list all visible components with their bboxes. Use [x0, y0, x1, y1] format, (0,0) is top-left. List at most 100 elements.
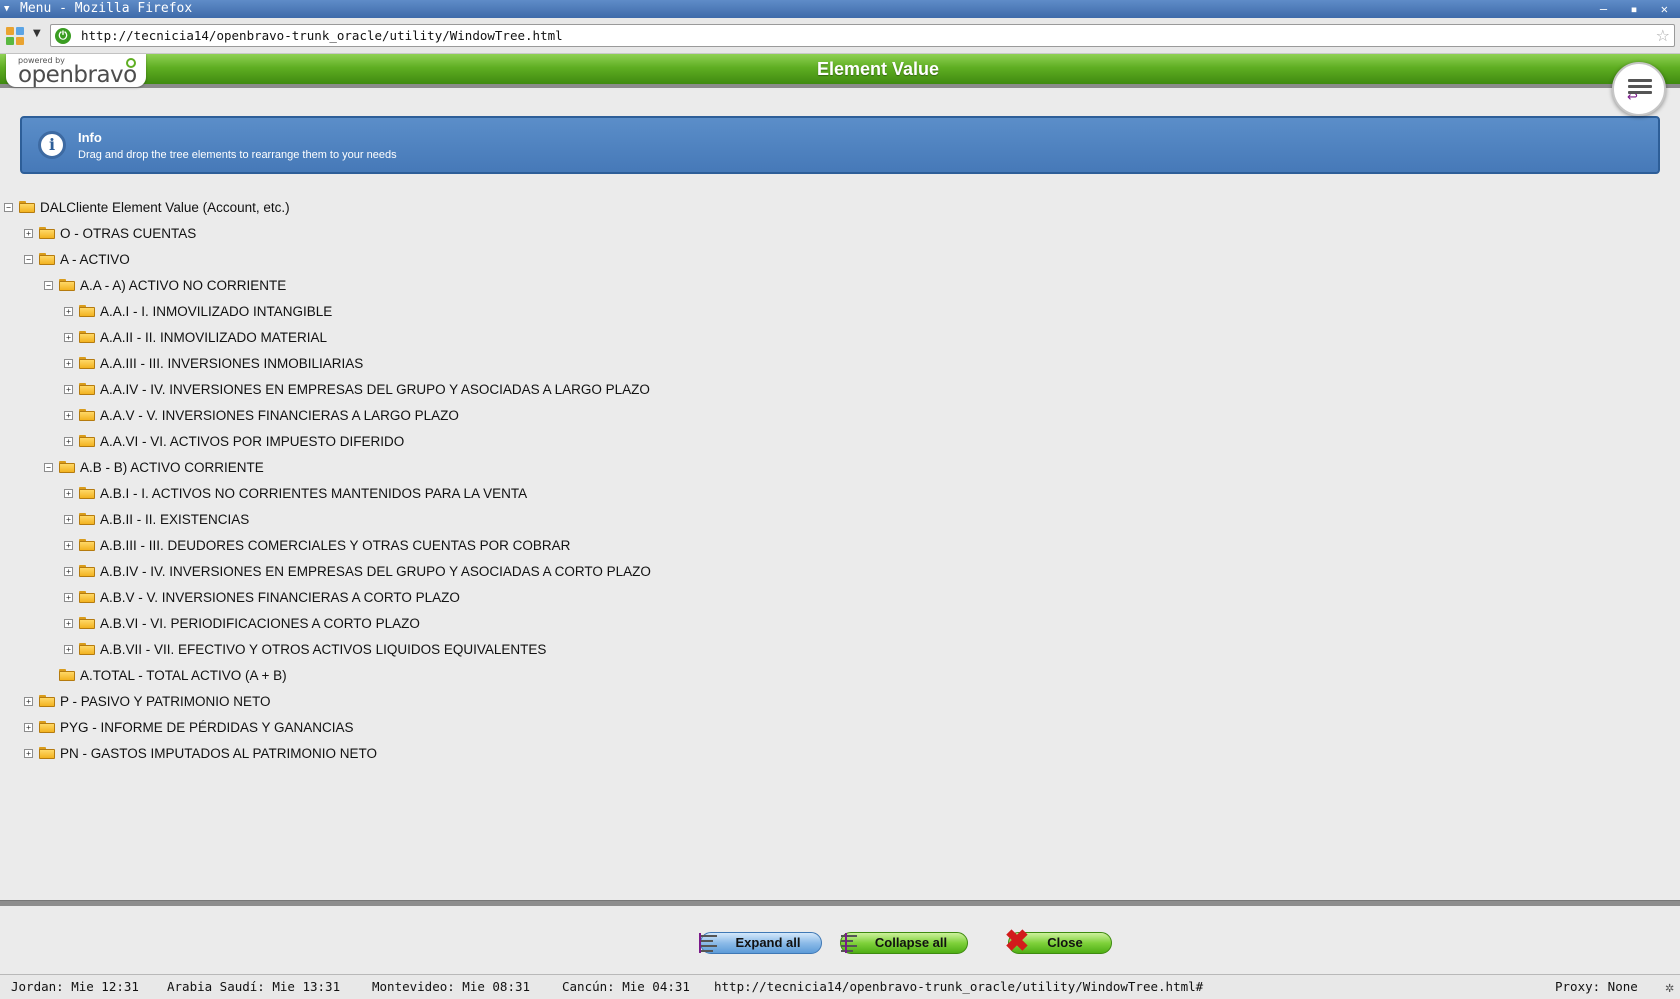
- tree-node-label[interactable]: A.B.V - V. INVERSIONES FINANCIERAS A COR…: [100, 590, 460, 605]
- url-text[interactable]: http://tecnicia14/openbravo-trunk_oracle…: [81, 27, 563, 45]
- tree-node[interactable]: + A.A.VI - VI. ACTIVOS POR IMPUESTO DIFER…: [64, 428, 404, 454]
- expand-node-icon[interactable]: +: [64, 540, 73, 550]
- folder-icon: [79, 435, 95, 447]
- tree-node[interactable]: − A.A - A) ACTIVO NO CORRIENTE: [44, 272, 286, 298]
- folder-icon: [59, 461, 75, 473]
- expand-node-icon[interactable]: +: [24, 748, 33, 758]
- tree-node-label[interactable]: A.A.II - II. INMOVILIZADO MATERIAL: [100, 330, 327, 345]
- collapse-node-icon[interactable]: −: [44, 462, 53, 472]
- tree-node[interactable]: + O - OTRAS CUENTAS: [24, 220, 196, 246]
- tree-node[interactable]: + A.A.IV - IV. INVERSIONES EN EMPRESAS DE…: [64, 376, 650, 402]
- info-icon: i: [38, 131, 66, 159]
- collapse-all-button[interactable]: Collapse all: [840, 932, 968, 954]
- collapse-all-label: Collapse all: [874, 935, 948, 950]
- close-button[interactable]: ✖ Close: [1004, 927, 1112, 957]
- collapse-node-icon[interactable]: −: [44, 280, 53, 290]
- expand-node-icon[interactable]: +: [64, 306, 73, 316]
- gear-icon[interactable]: ✲: [1665, 975, 1674, 999]
- window-controls[interactable]: – ▪ ✕: [1600, 0, 1676, 18]
- tree-node-label[interactable]: A.B.IV - IV. INVERSIONES EN EMPRESAS DEL…: [100, 564, 651, 579]
- tree-node[interactable]: − DALCliente Element Value (Account, etc.…: [4, 194, 290, 220]
- tree-node-label[interactable]: A - ACTIVO: [60, 252, 130, 267]
- collapse-node-icon[interactable]: −: [24, 254, 33, 264]
- expand-node-icon[interactable]: +: [64, 384, 73, 394]
- collapse-node-icon[interactable]: −: [4, 202, 13, 212]
- tree-node[interactable]: + A.B.V - V. INVERSIONES FINANCIERAS A CO…: [64, 584, 460, 610]
- folder-icon: [79, 383, 95, 395]
- tree-node[interactable]: + A.B.III - III. DEUDORES COMERCIALES Y O…: [64, 532, 570, 558]
- bottom-separator: [0, 900, 1680, 906]
- expand-node-icon[interactable]: +: [64, 410, 73, 420]
- tree-node-label[interactable]: A.B.I - I. ACTIVOS NO CORRIENTES MANTENI…: [100, 486, 527, 501]
- url-bar[interactable]: ⏻ http://tecnicia14/openbravo-trunk_orac…: [50, 24, 1675, 47]
- tree-node-label[interactable]: A.B.II - II. EXISTENCIAS: [100, 512, 249, 527]
- folder-icon: [79, 617, 95, 629]
- apps-icon[interactable]: [6, 27, 24, 45]
- bookmark-star-icon[interactable]: ☆: [1656, 26, 1670, 45]
- navigation-toolbar: ▼ ⏻ http://tecnicia14/openbravo-trunk_or…: [0, 18, 1680, 54]
- tree-node[interactable]: + P - PASIVO Y PATRIMONIO NETO: [24, 688, 271, 714]
- arrow-icon: ↩: [1627, 90, 1638, 105]
- tree-node-label[interactable]: A.B.VI - VI. PERIODIFICACIONES A CORTO P…: [100, 616, 420, 631]
- site-identity-icon[interactable]: ⏻: [55, 28, 71, 44]
- tree-node[interactable]: + A.B.VI - VI. PERIODIFICACIONES A CORTO …: [64, 610, 420, 636]
- tree-node-label[interactable]: A.A.I - I. INMOVILIZADO INTANGIBLE: [100, 304, 332, 319]
- chevron-down-icon[interactable]: ▼: [33, 28, 41, 39]
- expand-node-icon[interactable]: +: [64, 332, 73, 342]
- tree-node[interactable]: + A.A.I - I. INMOVILIZADO INTANGIBLE: [64, 298, 332, 324]
- info-message: Drag and drop the tree elements to rearr…: [78, 149, 397, 161]
- proxy-status[interactable]: Proxy: None: [1555, 975, 1638, 999]
- tree-node[interactable]: + PN - GASTOS IMPUTADOS AL PATRIMONIO NET…: [24, 740, 377, 766]
- tree-node[interactable]: − A - ACTIVO: [24, 246, 130, 272]
- tree-node-label[interactable]: A.A.V - V. INVERSIONES FINANCIERAS A LAR…: [100, 408, 459, 423]
- expand-node-icon[interactable]: +: [64, 436, 73, 446]
- tree-node[interactable]: + A.B.II - II. EXISTENCIAS: [64, 506, 249, 532]
- expand-node-icon[interactable]: +: [64, 514, 73, 524]
- tree-node-label[interactable]: A.B - B) ACTIVO CORRIENTE: [80, 460, 264, 475]
- folder-icon: [19, 201, 35, 213]
- expand-node-icon[interactable]: +: [24, 696, 33, 706]
- tree-node[interactable]: + A.B.IV - IV. INVERSIONES EN EMPRESAS DE…: [64, 558, 651, 584]
- tree-node[interactable]: + A.A.II - II. INMOVILIZADO MATERIAL: [64, 324, 327, 350]
- tree-node-label[interactable]: PYG - INFORME DE PÉRDIDAS Y GANANCIAS: [60, 720, 354, 735]
- tree-node-label[interactable]: DALCliente Element Value (Account, etc.): [40, 200, 290, 215]
- folder-icon: [79, 539, 95, 551]
- tree-node[interactable]: + A.B.I - I. ACTIVOS NO CORRIENTES MANTEN…: [64, 480, 527, 506]
- expand-node-icon[interactable]: +: [64, 644, 73, 654]
- tree-node-label[interactable]: A.A.III - III. INVERSIONES INMOBILIARIAS: [100, 356, 363, 371]
- expand-node-icon[interactable]: +: [24, 722, 33, 732]
- tree-node[interactable]: + A.A.V - V. INVERSIONES FINANCIERAS A LA…: [64, 402, 459, 428]
- expand-node-icon[interactable]: +: [64, 566, 73, 576]
- app-header: powered by openbravo Element Value: [0, 54, 1680, 88]
- menu-toggle-button[interactable]: ↩: [1612, 62, 1666, 116]
- expand-node-icon[interactable]: +: [24, 228, 33, 238]
- tree-node-label[interactable]: A.B.III - III. DEUDORES COMERCIALES Y OT…: [100, 538, 570, 553]
- status-link-url: http://tecnicia14/openbravo-trunk_oracle…: [714, 979, 1204, 994]
- tree-node[interactable]: + PYG - INFORME DE PÉRDIDAS Y GANANCIAS: [24, 714, 354, 740]
- expand-node-icon[interactable]: +: [64, 618, 73, 628]
- tree-node-label[interactable]: O - OTRAS CUENTAS: [60, 226, 196, 241]
- folder-icon: [79, 305, 95, 317]
- window-menu-icon[interactable]: ▼: [4, 0, 9, 18]
- folder-icon: [39, 695, 55, 707]
- tree-node-label[interactable]: A.A.VI - VI. ACTIVOS POR IMPUESTO DIFERI…: [100, 434, 404, 449]
- tree-node-label[interactable]: A.A - A) ACTIVO NO CORRIENTE: [80, 278, 286, 293]
- tree-node[interactable]: + A.A.III - III. INVERSIONES INMOBILIARIA…: [64, 350, 363, 376]
- expand-node-icon[interactable]: +: [64, 488, 73, 498]
- expand-all-label: Expand all: [735, 935, 801, 950]
- tree-node-label[interactable]: A.B.VII - VII. EFECTIVO Y OTROS ACTIVOS …: [100, 642, 546, 657]
- folder-icon: [39, 747, 55, 759]
- expand-all-button[interactable]: Expand all: [699, 932, 822, 954]
- expand-node-icon[interactable]: +: [64, 358, 73, 368]
- tree-node[interactable]: − A.B - B) ACTIVO CORRIENTE: [44, 454, 264, 480]
- folder-icon: [79, 513, 95, 525]
- tree-node[interactable]: A.TOTAL - TOTAL ACTIVO (A + B): [44, 662, 287, 688]
- tree-node[interactable]: + A.B.VII - VII. EFECTIVO Y OTROS ACTIVOS…: [64, 636, 546, 662]
- tree-node-label[interactable]: P - PASIVO Y PATRIMONIO NETO: [60, 694, 271, 709]
- clock-cancun: Cancún: Mie 04:31: [562, 979, 690, 994]
- tree-node-label[interactable]: A.A.IV - IV. INVERSIONES EN EMPRESAS DEL…: [100, 382, 650, 397]
- expand-node-icon[interactable]: +: [64, 592, 73, 602]
- tree-node-label[interactable]: A.TOTAL - TOTAL ACTIVO (A + B): [80, 668, 287, 683]
- tree-node-label[interactable]: PN - GASTOS IMPUTADOS AL PATRIMONIO NETO: [60, 746, 377, 761]
- folder-icon: [79, 565, 95, 577]
